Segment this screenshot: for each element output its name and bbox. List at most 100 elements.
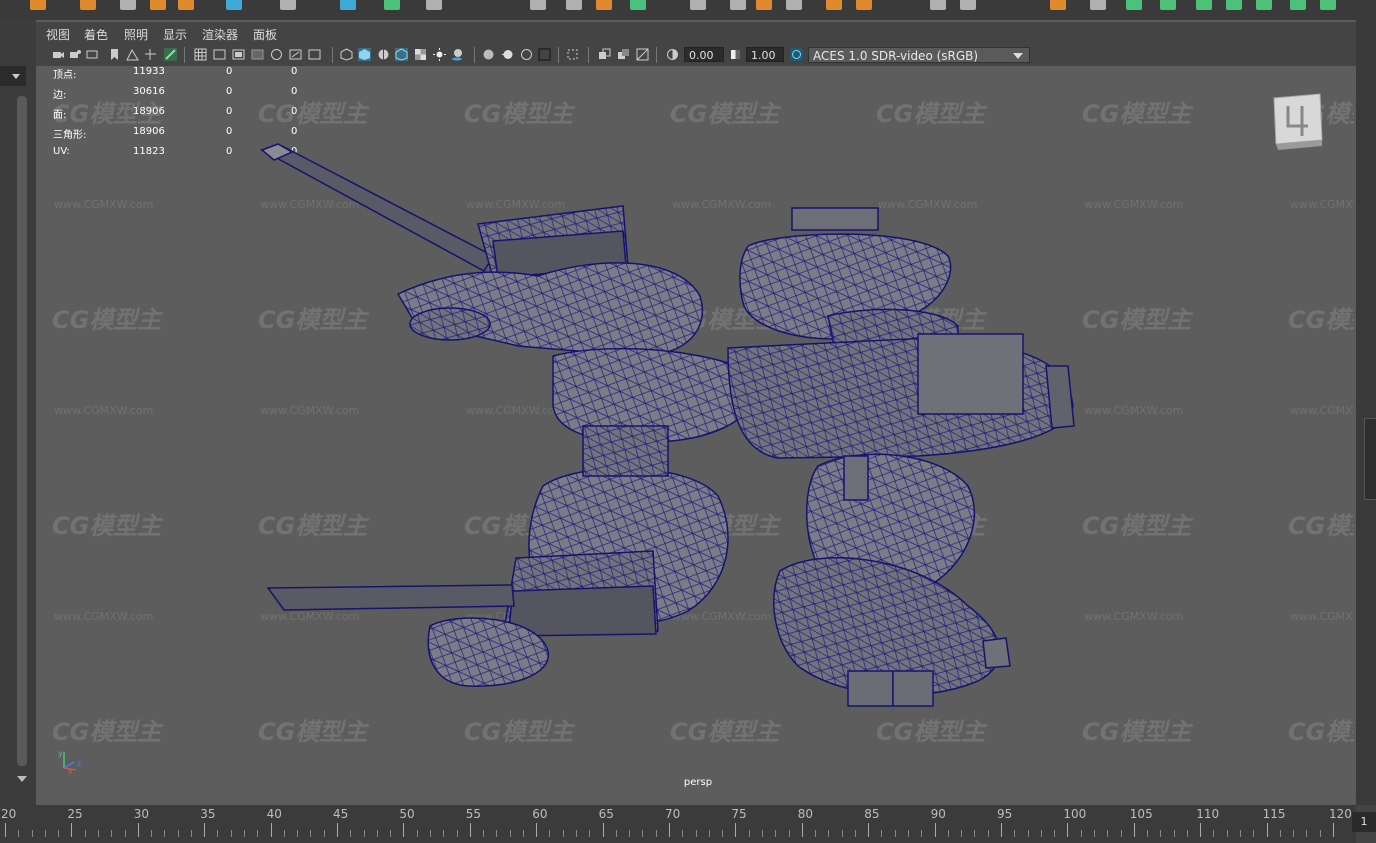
shelf-tool-icon[interactable]: [426, 0, 442, 10]
shelf-tool-icon[interactable]: [1320, 0, 1336, 10]
shelf-sphere-icon[interactable]: [30, 0, 46, 10]
current-frame-field[interactable]: 1: [1352, 812, 1376, 832]
default-material-icon[interactable]: [377, 48, 390, 61]
screen-space-ao-icon[interactable]: [482, 48, 495, 61]
xray-icon[interactable]: [598, 48, 611, 61]
menu-panels[interactable]: 面板: [253, 26, 277, 43]
grease-pencil-icon[interactable]: [164, 48, 177, 61]
wireframe-icon[interactable]: [340, 48, 353, 61]
color-space-select[interactable]: ACES 1.0 SDR-video (sRGB): [808, 47, 1030, 63]
shelf-tool-icon[interactable]: [340, 0, 356, 10]
left-dropdown[interactable]: [0, 66, 26, 86]
motion-blur-icon[interactable]: [501, 48, 514, 61]
color-management-icon[interactable]: [790, 48, 803, 61]
isolate-select-icon[interactable]: [566, 48, 579, 61]
shelf-tool-icon[interactable]: [530, 0, 546, 10]
film-gate-icon[interactable]: [213, 48, 226, 61]
left-scrollbar[interactable]: [17, 96, 27, 766]
shelf-tool-icon[interactable]: [1160, 0, 1176, 10]
exposure-icon[interactable]: [666, 48, 679, 61]
gamma-field[interactable]: 1.00: [746, 47, 784, 62]
shelf-tool-icon[interactable]: [596, 0, 612, 10]
shelf-tool-icon[interactable]: [178, 0, 194, 10]
timeline-tick-minor: [629, 830, 631, 837]
timeline-tick-minor: [775, 830, 777, 837]
shelf-tool-icon[interactable]: [690, 0, 706, 10]
view-cube[interactable]: [1268, 92, 1326, 150]
robot-mech-model[interactable]: [38, 66, 1354, 797]
timeline-tick-minor: [509, 830, 511, 837]
shelf-tool-icon[interactable]: [1290, 0, 1306, 10]
timeline-tick-major: [469, 823, 471, 837]
gate-mask-icon[interactable]: [251, 48, 264, 61]
camera-icon[interactable]: [52, 48, 65, 61]
smooth-shade-icon[interactable]: [358, 48, 371, 61]
shelf-tool-icon[interactable]: [930, 0, 946, 10]
timeline-tick-minor: [589, 830, 591, 837]
shelf-tool-icon[interactable]: [1050, 0, 1066, 10]
bookmark-camera-icon[interactable]: [86, 48, 99, 61]
two-d-pan-icon[interactable]: [144, 48, 157, 61]
shelf-tool-icon[interactable]: [1090, 0, 1106, 10]
shelf-tool-icon[interactable]: [120, 0, 136, 10]
menu-lighting[interactable]: 照明: [124, 26, 148, 43]
backface-culling-icon[interactable]: [636, 48, 649, 61]
xray-joints-icon[interactable]: [617, 48, 630, 61]
bookmark-icon[interactable]: [108, 48, 121, 61]
timeline-tick-minor: [390, 830, 392, 837]
menu-renderer[interactable]: 渲染器: [202, 26, 238, 43]
shelf-tool-icon[interactable]: [730, 0, 746, 10]
lighting-icon[interactable]: [433, 48, 446, 61]
camera-attributes-icon[interactable]: [69, 48, 82, 61]
chevron-down-icon: [1013, 53, 1023, 59]
shelf-tool-icon[interactable]: [280, 0, 296, 10]
exposure-field[interactable]: 0.00: [684, 47, 724, 62]
shelf-tool-icon[interactable]: [150, 0, 166, 10]
shelf-tool-icon[interactable]: [1126, 0, 1142, 10]
timeline-tick-minor: [84, 830, 86, 837]
timeline-tick-minor: [443, 830, 445, 837]
timeline-tick-minor: [1054, 830, 1056, 837]
texture-icon[interactable]: [414, 48, 427, 61]
shelf-tool-icon[interactable]: [960, 0, 976, 10]
shelf-tool-icon[interactable]: [566, 0, 582, 10]
image-plane-icon[interactable]: [126, 48, 139, 61]
right-collapsed-panel[interactable]: [1364, 418, 1376, 500]
shelf-tool-icon[interactable]: [826, 0, 842, 10]
timeline-tick-major: [1200, 823, 1202, 837]
menu-view[interactable]: 视图: [46, 26, 70, 43]
safe-action-icon[interactable]: [289, 48, 302, 61]
timeline-tick-minor: [549, 830, 551, 837]
menu-shading[interactable]: 着色: [84, 26, 108, 43]
shelf-tool-icon[interactable]: [226, 0, 242, 10]
shelf-tool-icon[interactable]: [1256, 0, 1272, 10]
field-chart-icon[interactable]: [270, 48, 283, 61]
time-slider[interactable]: 20 25 30 35 40 45 50 55 60 65 70 75 80 85 90 95 100 105 11…: [0, 805, 1356, 843]
shelf-tool-icon[interactable]: [80, 0, 96, 10]
gamma-icon[interactable]: [729, 48, 742, 61]
shelf-tool-icon[interactable]: [856, 0, 872, 10]
shelf-tool-icon[interactable]: [756, 0, 772, 10]
resolution-gate-icon[interactable]: [232, 48, 245, 61]
timeline-tick-label: 50: [399, 807, 415, 821]
timeline-tick-minor: [961, 830, 963, 837]
anti-aliasing-icon[interactable]: [520, 48, 533, 61]
timeline-tick-minor: [947, 830, 949, 837]
shelf-tool-icon[interactable]: [1226, 0, 1242, 10]
shelf-tool-icon[interactable]: [630, 0, 646, 10]
depth-of-field-icon[interactable]: [538, 48, 551, 61]
shadows-icon[interactable]: [451, 48, 464, 61]
viewport-3d[interactable]: 顶点: 11933 0 0 边: 30616 0 0 面: 18906 0 0 …: [38, 66, 1354, 797]
safe-title-icon[interactable]: [308, 48, 321, 61]
shelf-tool-icon[interactable]: [1196, 0, 1212, 10]
shelf-tool-icon[interactable]: [384, 0, 400, 10]
timeline-tick-minor: [18, 830, 20, 837]
timeline-tick-label: 80: [797, 807, 814, 821]
grid-icon[interactable]: [194, 48, 207, 61]
timeline-tick-major: [204, 823, 206, 837]
wireframe-on-shaded-icon[interactable]: [395, 48, 408, 61]
shelf-tool-icon[interactable]: [786, 0, 802, 10]
scroll-down-icon[interactable]: [16, 768, 28, 787]
timeline-tick-minor: [682, 830, 684, 837]
menu-show[interactable]: 显示: [163, 26, 187, 43]
